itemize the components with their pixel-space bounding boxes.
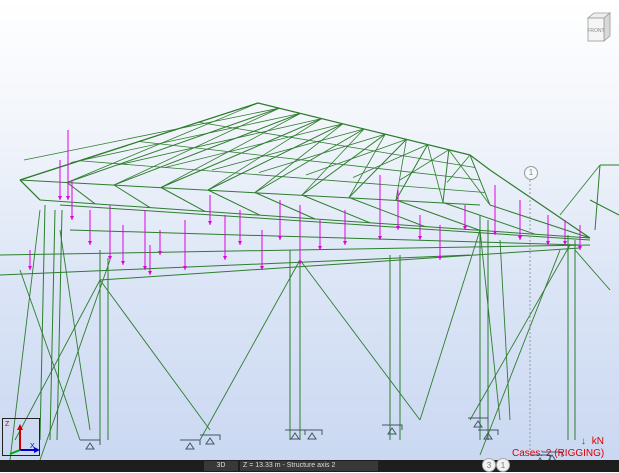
gable-member[interactable]	[559, 164, 601, 216]
truss-web[interactable]	[207, 189, 261, 216]
triad-x-label: X	[30, 443, 35, 450]
eave-chord[interactable]	[19, 179, 481, 206]
structure-model-canvas[interactable]	[0, 0, 619, 472]
support-symbol	[85, 442, 95, 450]
page-number-1[interactable]: 1	[496, 458, 510, 472]
load-arrowhead	[208, 221, 212, 225]
load-arrowhead	[238, 241, 242, 245]
load-arrowhead	[121, 261, 125, 265]
diagonal-brace[interactable]	[427, 144, 444, 203]
load-arrowhead	[183, 266, 187, 270]
support-symbol	[307, 432, 317, 440]
load-arrowhead	[143, 266, 147, 270]
truss-web[interactable]	[442, 202, 536, 235]
tie-beam[interactable]	[99, 247, 581, 281]
load-arrowhead	[278, 236, 282, 240]
load-arrowhead	[28, 266, 32, 270]
view-mode-button[interactable]: 3D	[204, 461, 238, 471]
diagonal-brace[interactable]	[113, 107, 280, 186]
bracing[interactable]	[574, 249, 611, 291]
3d-viewport[interactable]: FRONT 1 Z X ↓ kN Cases: 2 (RIGGING)	[0, 0, 619, 472]
load-arrowhead	[158, 251, 162, 255]
load-arrowhead	[418, 236, 422, 240]
truss-web[interactable]	[160, 187, 206, 212]
support-symbol	[290, 432, 300, 440]
load-unit-label: kN	[591, 436, 605, 447]
load-arrowhead	[518, 236, 522, 240]
load-arrowhead	[108, 256, 112, 260]
truss-web[interactable]	[113, 184, 151, 209]
structure-axis-marker[interactable]: 1	[524, 166, 538, 180]
load-arrowhead	[58, 196, 62, 200]
support-symbol	[387, 427, 397, 435]
load-unit-indicator: ↓ kN	[581, 436, 604, 447]
load-cases-label: Cases: 2 (RIGGING)	[512, 448, 605, 459]
support-symbol	[205, 437, 215, 445]
support-symbol	[473, 420, 483, 428]
bracing[interactable]	[479, 249, 561, 456]
coordinate-triad: Z X	[2, 418, 42, 458]
roof-edge[interactable]	[489, 169, 591, 239]
gable-member[interactable]	[589, 199, 619, 216]
bracing[interactable]	[479, 229, 501, 421]
bracing[interactable]	[299, 259, 421, 421]
support-symbol	[185, 442, 195, 450]
lower-chord[interactable]	[59, 204, 591, 241]
truss-web[interactable]	[66, 182, 96, 205]
load-arrowhead	[343, 241, 347, 245]
load-arrow-icon: ↓	[581, 436, 586, 447]
bracing[interactable]	[99, 279, 211, 431]
load-arrowhead	[438, 256, 442, 260]
bracing[interactable]	[469, 244, 571, 421]
diagonal-brace[interactable]	[254, 123, 344, 193]
view-cube-face-label: FRONT	[587, 28, 604, 34]
load-arrowhead	[223, 256, 227, 260]
view-cube[interactable]: FRONT	[582, 10, 612, 44]
column[interactable]	[49, 209, 56, 441]
triad-z-label: Z	[5, 421, 10, 428]
load-arrowhead	[66, 196, 70, 200]
bracing[interactable]	[499, 239, 511, 421]
truss-web[interactable]	[19, 179, 41, 201]
purlin[interactable]	[138, 141, 481, 181]
purlin-brace[interactable]	[23, 107, 280, 161]
gable-member[interactable]	[594, 164, 601, 231]
view-cube-icon[interactable]: FRONT	[582, 10, 612, 44]
load-arrowhead	[493, 231, 497, 235]
load-arrowhead	[88, 241, 92, 245]
load-arrowhead	[396, 226, 400, 230]
truss-web[interactable]	[489, 204, 591, 239]
page-number-3[interactable]: 3	[482, 458, 496, 472]
column[interactable]	[39, 204, 46, 441]
load-arrowhead	[70, 216, 74, 220]
bracing[interactable]	[199, 259, 301, 441]
view-info-text: Z = 13.33 m - Structure axis 2	[240, 461, 378, 471]
load-arrowhead	[148, 271, 152, 275]
